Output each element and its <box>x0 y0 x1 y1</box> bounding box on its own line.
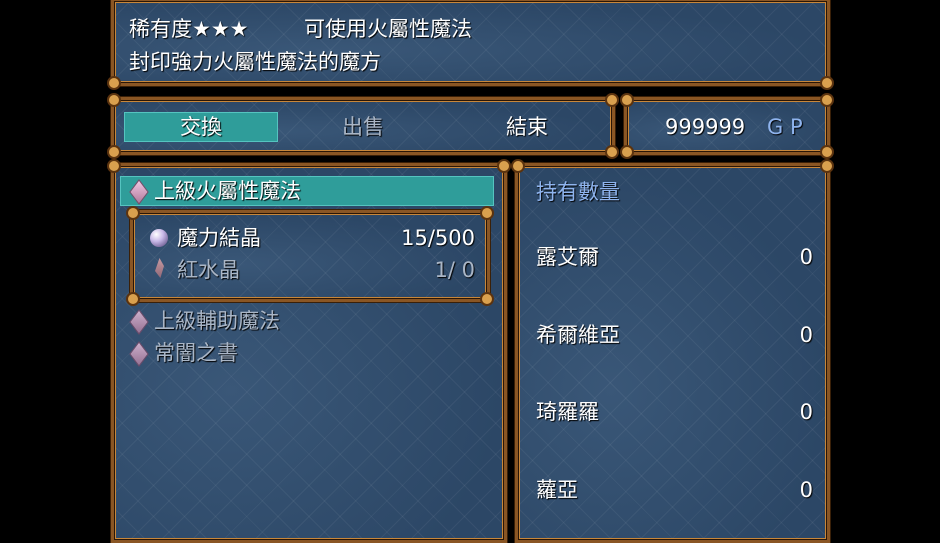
member-name: 希爾維亞 <box>536 323 620 347</box>
frame-corner <box>605 145 619 159</box>
frame-corner <box>107 159 121 173</box>
owned-count-window: 持有數量 露艾爾 0 希爾維亞 0 琦羅羅 0 蘿亞 0 <box>511 159 834 543</box>
help-window: 稀有度★★★ 可使用火屬性魔法 封印強力火屬性魔法的魔方 <box>107 0 834 90</box>
help-rarity: 稀有度★★★ <box>129 17 249 41</box>
gold-amount: 999999 <box>665 115 746 139</box>
frame-corner <box>126 206 140 220</box>
help-usage: 可使用火屬性魔法 <box>304 17 472 41</box>
red-crystal-icon <box>155 258 164 278</box>
frame-corner <box>820 76 834 90</box>
gold-unit: G P <box>767 115 803 139</box>
member-count: 0 <box>799 245 813 269</box>
command-window: 交換 出售 結束 <box>107 93 619 159</box>
item-label: 上級火屬性魔法 <box>154 179 301 203</box>
frame-corner <box>107 76 121 90</box>
frame-corner <box>480 292 494 306</box>
help-description: 封印強力火屬性魔法的魔方 <box>129 50 381 74</box>
material-name: 魔力結晶 <box>177 226 261 250</box>
item-row[interactable]: 上級火屬性魔法 <box>114 176 504 206</box>
frame-corner <box>480 206 494 220</box>
frame-corner <box>820 93 834 107</box>
magic-cube-icon <box>129 341 149 367</box>
exchange-command[interactable]: 交換 <box>124 112 278 142</box>
material-count: 1/ 0 <box>434 258 475 282</box>
magic-cube-icon <box>129 179 149 205</box>
magic-cube-icon <box>129 309 149 335</box>
item-label: 常闇之書 <box>154 341 238 365</box>
member-name: 琦羅羅 <box>536 400 599 424</box>
frame-corner <box>511 159 525 173</box>
material-name: 紅水晶 <box>177 258 240 282</box>
item-label: 上級輔助魔法 <box>154 309 280 333</box>
member-count: 0 <box>799 400 813 424</box>
frame-corner <box>107 145 121 159</box>
member-count: 0 <box>799 323 813 347</box>
frame-corner <box>605 93 619 107</box>
member-name: 露艾爾 <box>536 245 599 269</box>
frame-corner <box>820 145 834 159</box>
frame-corner <box>620 145 634 159</box>
materials-window: 魔力結晶 15/500 紅水晶 1/ 0 <box>126 206 494 306</box>
frame-corner <box>126 292 140 306</box>
item-list-window: 上級火屬性魔法 魔力結晶 15/500 紅水晶 1/ 0 上級輔助魔法 常闇之書 <box>107 159 511 543</box>
member-name: 蘿亞 <box>536 478 578 502</box>
frame-corner <box>497 159 511 173</box>
mana-crystal-icon <box>150 229 168 247</box>
gold-window: 999999 G P <box>620 93 834 159</box>
item-row[interactable]: 常闇之書 <box>114 338 504 368</box>
material-count: 15/500 <box>401 226 475 250</box>
end-command[interactable]: 結束 <box>450 112 604 142</box>
item-row[interactable]: 上級輔助魔法 <box>114 306 504 336</box>
sell-command[interactable]: 出售 <box>286 112 440 142</box>
owned-title: 持有數量 <box>536 180 620 204</box>
frame-corner <box>107 93 121 107</box>
frame-corner <box>620 93 634 107</box>
member-count: 0 <box>799 478 813 502</box>
frame-corner <box>820 159 834 173</box>
